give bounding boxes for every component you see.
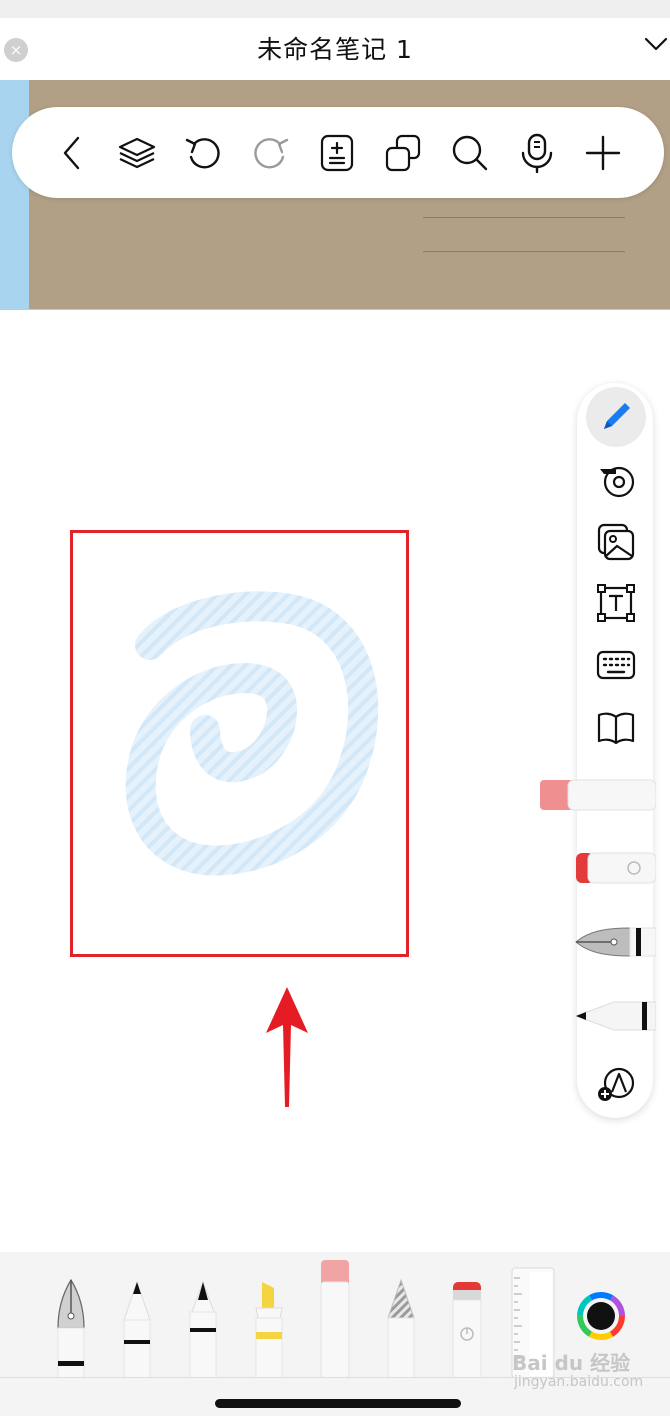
- microphone-icon[interactable]: [507, 121, 567, 185]
- plus-icon[interactable]: [573, 121, 633, 185]
- fountain-pen-icon[interactable]: [574, 922, 656, 962]
- divider: [0, 1377, 670, 1378]
- back-icon[interactable]: [42, 121, 102, 185]
- tape-icon[interactable]: [586, 450, 646, 510]
- status-area: [0, 0, 670, 18]
- selection-highlight: [70, 530, 409, 957]
- fineliner-icon[interactable]: [184, 1258, 222, 1378]
- add-shape-icon[interactable]: [586, 1054, 646, 1114]
- undo-icon[interactable]: [174, 121, 234, 185]
- notebook-spine: [0, 80, 29, 310]
- cover-line: [423, 217, 625, 218]
- eraser-icon[interactable]: [316, 1258, 354, 1378]
- color-picker-icon[interactable]: [575, 1290, 627, 1342]
- eraser-tool-icon[interactable]: [540, 778, 656, 812]
- duplicate-icon[interactable]: [373, 121, 433, 185]
- image-icon[interactable]: [586, 512, 646, 572]
- book-icon[interactable]: [586, 697, 646, 757]
- chevron-down-icon[interactable]: [644, 36, 668, 52]
- ballpoint-pen-icon[interactable]: [118, 1258, 156, 1378]
- keyboard-icon[interactable]: [586, 635, 646, 695]
- search-icon[interactable]: [440, 121, 500, 185]
- home-indicator[interactable]: [215, 1399, 461, 1408]
- highlighter-icon[interactable]: [250, 1258, 288, 1378]
- cover-line: [423, 251, 625, 252]
- pencil-icon[interactable]: [382, 1258, 420, 1378]
- smart-eraser-icon[interactable]: [448, 1258, 486, 1378]
- layers-icon[interactable]: [107, 121, 167, 185]
- annotation-arrow: [263, 985, 311, 1110]
- pencil-icon[interactable]: [574, 998, 656, 1034]
- watermark-logo: Bai du 经验: [512, 1351, 631, 1375]
- page-title: 未命名笔记 1: [257, 35, 413, 64]
- textbox-icon[interactable]: [586, 573, 646, 633]
- page-add-icon[interactable]: [307, 121, 367, 185]
- pen-icon[interactable]: [586, 387, 646, 447]
- smart-eraser-icon[interactable]: [576, 851, 656, 885]
- redo-icon[interactable]: [240, 121, 300, 185]
- fountain-pen-icon[interactable]: [52, 1258, 90, 1378]
